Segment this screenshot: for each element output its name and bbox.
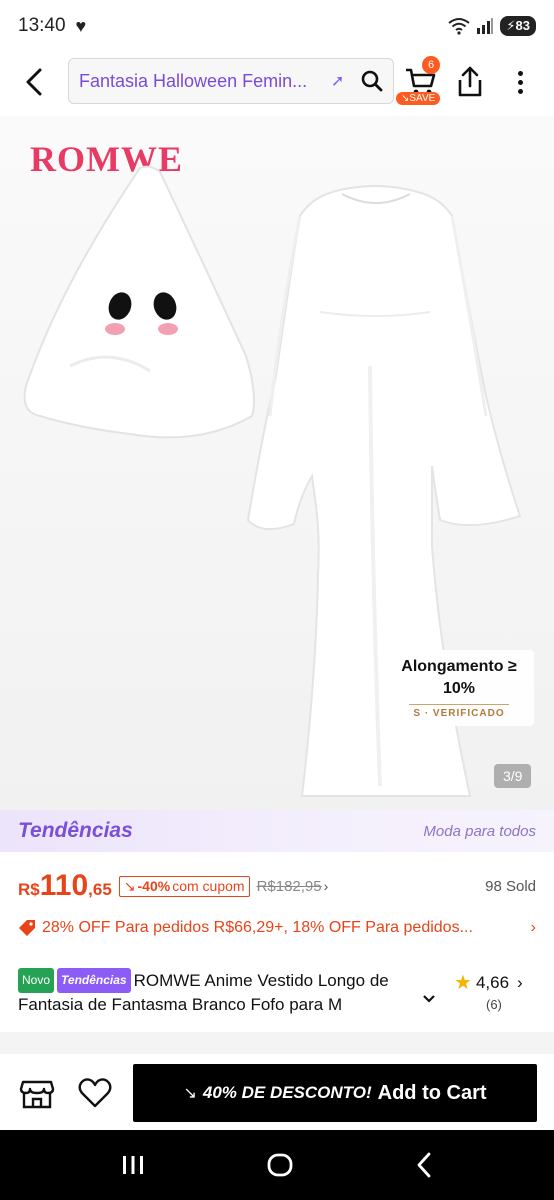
coupon-discount: -40% [137,878,171,894]
trending-arrow-icon: ➚ [331,73,345,90]
chevron-down-icon[interactable] [422,994,436,1004]
rating-summary[interactable]: ★ 4,66 › (6) [454,970,538,1012]
coupon-label: com cupom [172,878,245,894]
dot-icon [517,70,523,76]
store-button[interactable] [18,1074,56,1112]
system-navigation-bar [0,1130,554,1200]
battery-level: 83 [515,18,530,33]
share-button[interactable] [452,64,488,100]
chevron-right-icon: › [517,972,523,992]
stretch-badge-title: Alongamento ≥ 10% [401,658,517,697]
battery-indicator: ⚡83 [500,16,536,36]
star-icon: ★ [454,972,472,994]
dot-icon [517,79,523,85]
heart-icon [78,1078,112,1108]
cart-save-tag: ↘SAVE [396,92,441,105]
product-image-gallery[interactable]: ROMWE Alongamento ≥ 10% S · VERIFICADO 3… [0,116,554,810]
coupon-badge[interactable]: ↘ -40% com cupom [118,875,250,897]
tag-icon [19,920,35,936]
trends-banner[interactable]: Tendências Moda para todos [0,810,554,852]
add-to-cart-label: Add to Cart [377,1081,487,1104]
product-title-row: Novo Tendências ROMWE Anime Vestido Longo … [18,968,536,1020]
promotion-row[interactable]: 28% OFF Para pedidos R$66,29+, 18% OFF P… [18,912,536,944]
home-icon[interactable] [266,1151,294,1179]
price-row: R$ 110 ,65 ↘ -40% com cupom R$182,95 › 9… [18,868,536,904]
cart-save-label: SAVE [409,93,436,104]
chevron-left-icon [26,68,42,96]
cart-button[interactable]: 6 ↘SAVE [396,56,450,108]
verified-label: S · VERIFICADO [413,708,505,719]
status-time: 13:40 [18,15,66,36]
chevron-right-icon[interactable]: › [324,878,329,894]
trends-badge: Tendências [57,968,131,993]
trends-tagline: Moda para todos [423,822,536,840]
bottom-action-bar: ↘ 40% DE DESCONTO! Add to Cart [0,1056,554,1130]
promotion-text: 28% OFF Para pedidos R$66,29+, 18% OFF P… [42,919,473,936]
trend-down-icon: ↘ [183,1085,197,1102]
image-counter: 3/9 [494,764,532,788]
status-bar: 13:40 ♥ ⚡83 [0,0,554,52]
original-price[interactable]: R$182,95 [257,878,322,895]
chevron-right-icon: › [530,919,536,936]
sold-count: 98 Sold [485,877,536,895]
recent-apps-icon[interactable] [120,1153,146,1177]
search-input[interactable]: Fantasia Halloween Femin... ➚ [68,58,394,104]
trend-down-icon: ↘ [123,877,136,894]
search-icon[interactable] [361,70,383,92]
status-icons: ⚡83 [448,16,536,36]
discount-label: 40% DE DESCONTO! [202,1083,372,1102]
price-integer: 110 [39,869,89,902]
cart-count-badge: 6 [422,56,440,74]
more-options-button[interactable] [502,64,538,100]
badge-divider [409,704,509,705]
heart-status-icon: ♥ [75,15,87,36]
back-nav-icon[interactable] [414,1151,434,1179]
review-count: (6) [486,997,502,1012]
dot-icon [517,88,523,94]
new-badge: Novo [18,968,55,993]
product-header: Fantasia Halloween Femin... ➚ 6 ↘SAVE [0,56,554,108]
wifi-icon [448,18,471,35]
wishlist-button[interactable] [76,1074,114,1112]
section-divider [0,1032,554,1054]
price-currency: R$ [18,880,40,899]
back-button[interactable] [0,56,68,108]
store-icon [19,1080,55,1109]
trends-logo: Tendências [18,819,133,842]
share-icon [458,66,482,97]
search-query: Fantasia Halloween Femin... [79,70,308,91]
product-title[interactable]: Novo Tendências ROMWE Anime Vestido Longo … [18,968,438,1014]
add-to-cart-button[interactable]: ↘ 40% DE DESCONTO! Add to Cart [133,1064,537,1122]
signal-icon [477,18,494,34]
rating-value: 4,66 [475,972,510,992]
price-decimal: ,65 [88,880,112,899]
stretch-verified-badge: Alongamento ≥ 10% S · VERIFICADO [384,650,534,726]
